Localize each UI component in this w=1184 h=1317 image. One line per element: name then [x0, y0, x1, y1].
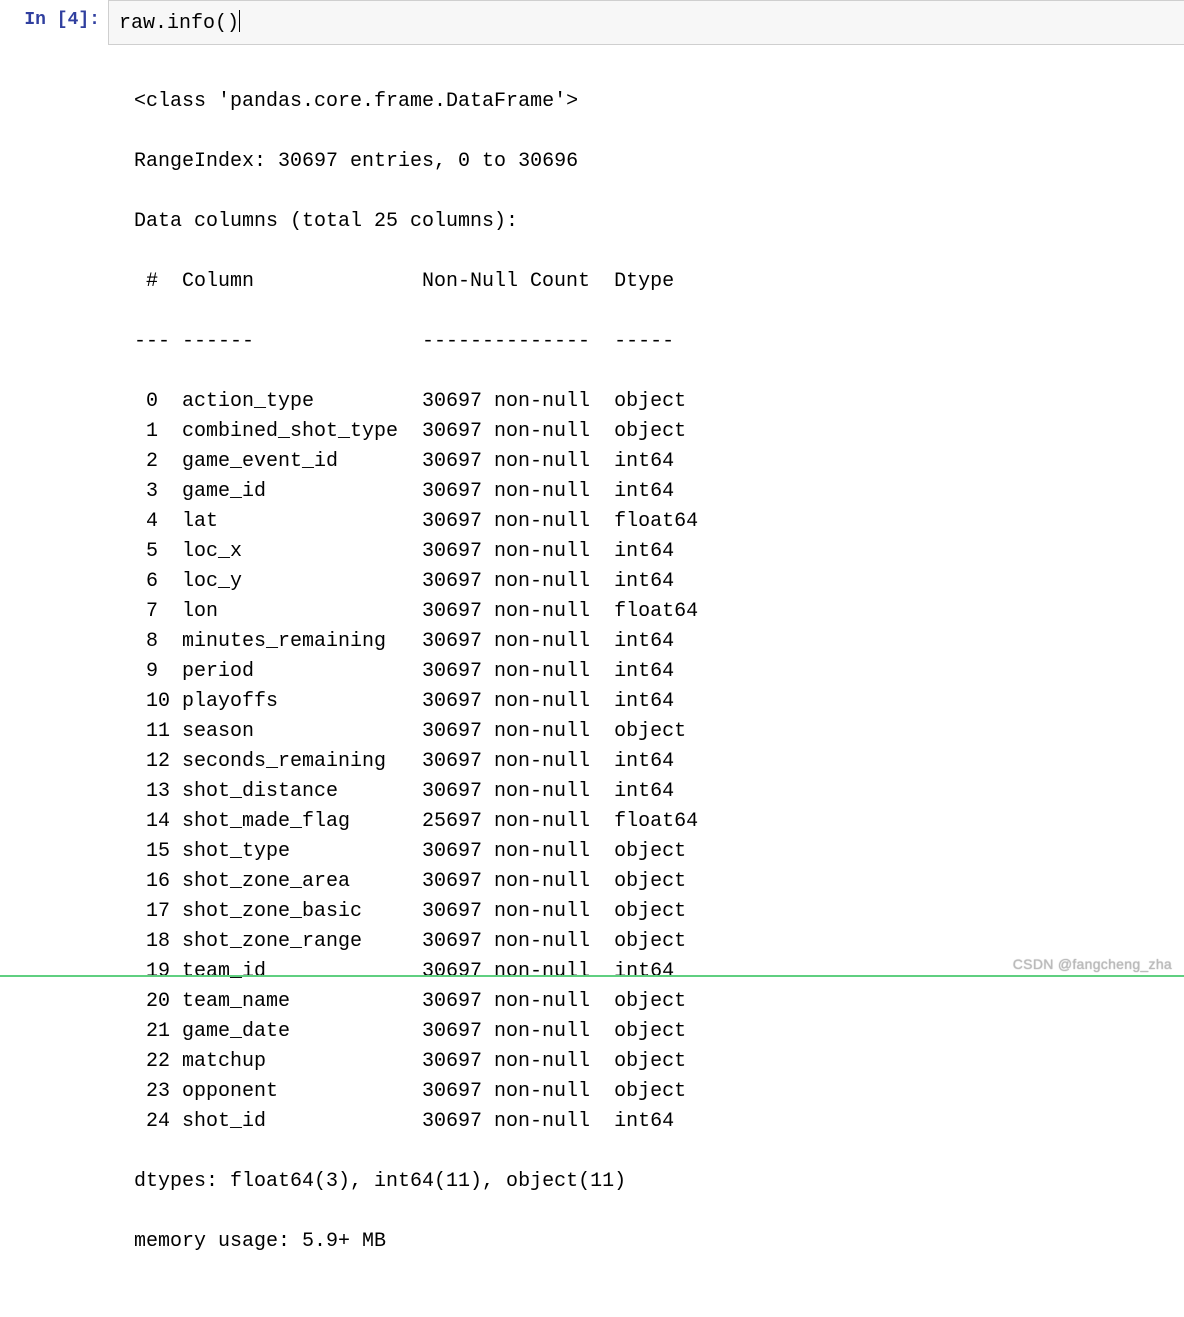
table-row: 17 shot_zone_basic30697 non-nullobject	[134, 897, 1174, 927]
columns-header: # ColumnNon-Null CountDtype	[134, 267, 1174, 297]
code-line: raw.info()	[119, 12, 240, 35]
table-row: 13 shot_distance30697 non-nullint64	[134, 777, 1174, 807]
output-line: dtypes: float64(3), int64(11), object(11…	[134, 1167, 1174, 1197]
table-row: 15 shot_type30697 non-nullobject	[134, 837, 1174, 867]
table-row: 5 loc_x30697 non-nullint64	[134, 537, 1174, 567]
output-line: RangeIndex: 30697 entries, 0 to 30696	[134, 147, 1174, 177]
text-cursor	[239, 10, 240, 32]
bottom-border	[0, 975, 1184, 977]
table-row: 1 combined_shot_type30697 non-nullobject	[134, 417, 1174, 447]
table-row: 23 opponent30697 non-nullobject	[134, 1077, 1174, 1107]
watermark: CSDN @fangcheng_zha	[1013, 956, 1172, 972]
output-area: <class 'pandas.core.frame.DataFrame'> Ra…	[108, 45, 1184, 1317]
output-line: memory usage: 5.9+ MB	[134, 1227, 1174, 1257]
table-row: 9 period30697 non-nullint64	[134, 657, 1174, 687]
table-row: 12 seconds_remaining30697 non-nullint64	[134, 747, 1174, 777]
table-row: 24 shot_id30697 non-nullint64	[134, 1107, 1174, 1137]
output-line: <class 'pandas.core.frame.DataFrame'>	[134, 87, 1174, 117]
table-row: 4 lat30697 non-nullfloat64	[134, 507, 1174, 537]
output-prompt-spacer	[0, 45, 108, 1317]
input-prompt: In [4]:	[24, 10, 100, 30]
table-row: 7 lon30697 non-nullfloat64	[134, 597, 1174, 627]
table-row: 14 shot_made_flag25697 non-nullfloat64	[134, 807, 1174, 837]
table-row: 8 minutes_remaining30697 non-nullint64	[134, 627, 1174, 657]
code-text: raw.info()	[119, 12, 239, 35]
table-row: 2 game_event_id30697 non-nullint64	[134, 447, 1174, 477]
table-row: 10 playoffs30697 non-nullint64	[134, 687, 1174, 717]
table-row: 6 loc_y30697 non-nullint64	[134, 567, 1174, 597]
table-row: 3 game_id30697 non-nullint64	[134, 477, 1174, 507]
table-row: 16 shot_zone_area30697 non-nullobject	[134, 867, 1174, 897]
table-row: 18 shot_zone_range30697 non-nullobject	[134, 927, 1174, 957]
table-row: 11 season30697 non-nullobject	[134, 717, 1174, 747]
columns-divider: --- -------------------------	[134, 327, 1174, 357]
output-line: Data columns (total 25 columns):	[134, 207, 1174, 237]
table-row: 22 matchup30697 non-nullobject	[134, 1047, 1174, 1077]
code-input[interactable]: raw.info()	[108, 0, 1184, 45]
output-cell: <class 'pandas.core.frame.DataFrame'> Ra…	[0, 45, 1184, 1317]
input-prompt-area: In [4]:	[0, 0, 108, 45]
table-row: 0 action_type30697 non-nullobject	[134, 387, 1174, 417]
table-row: 21 game_date30697 non-nullobject	[134, 1017, 1174, 1047]
input-cell: In [4]: raw.info()	[0, 0, 1184, 45]
table-row: 20 team_name30697 non-nullobject	[134, 987, 1174, 1017]
